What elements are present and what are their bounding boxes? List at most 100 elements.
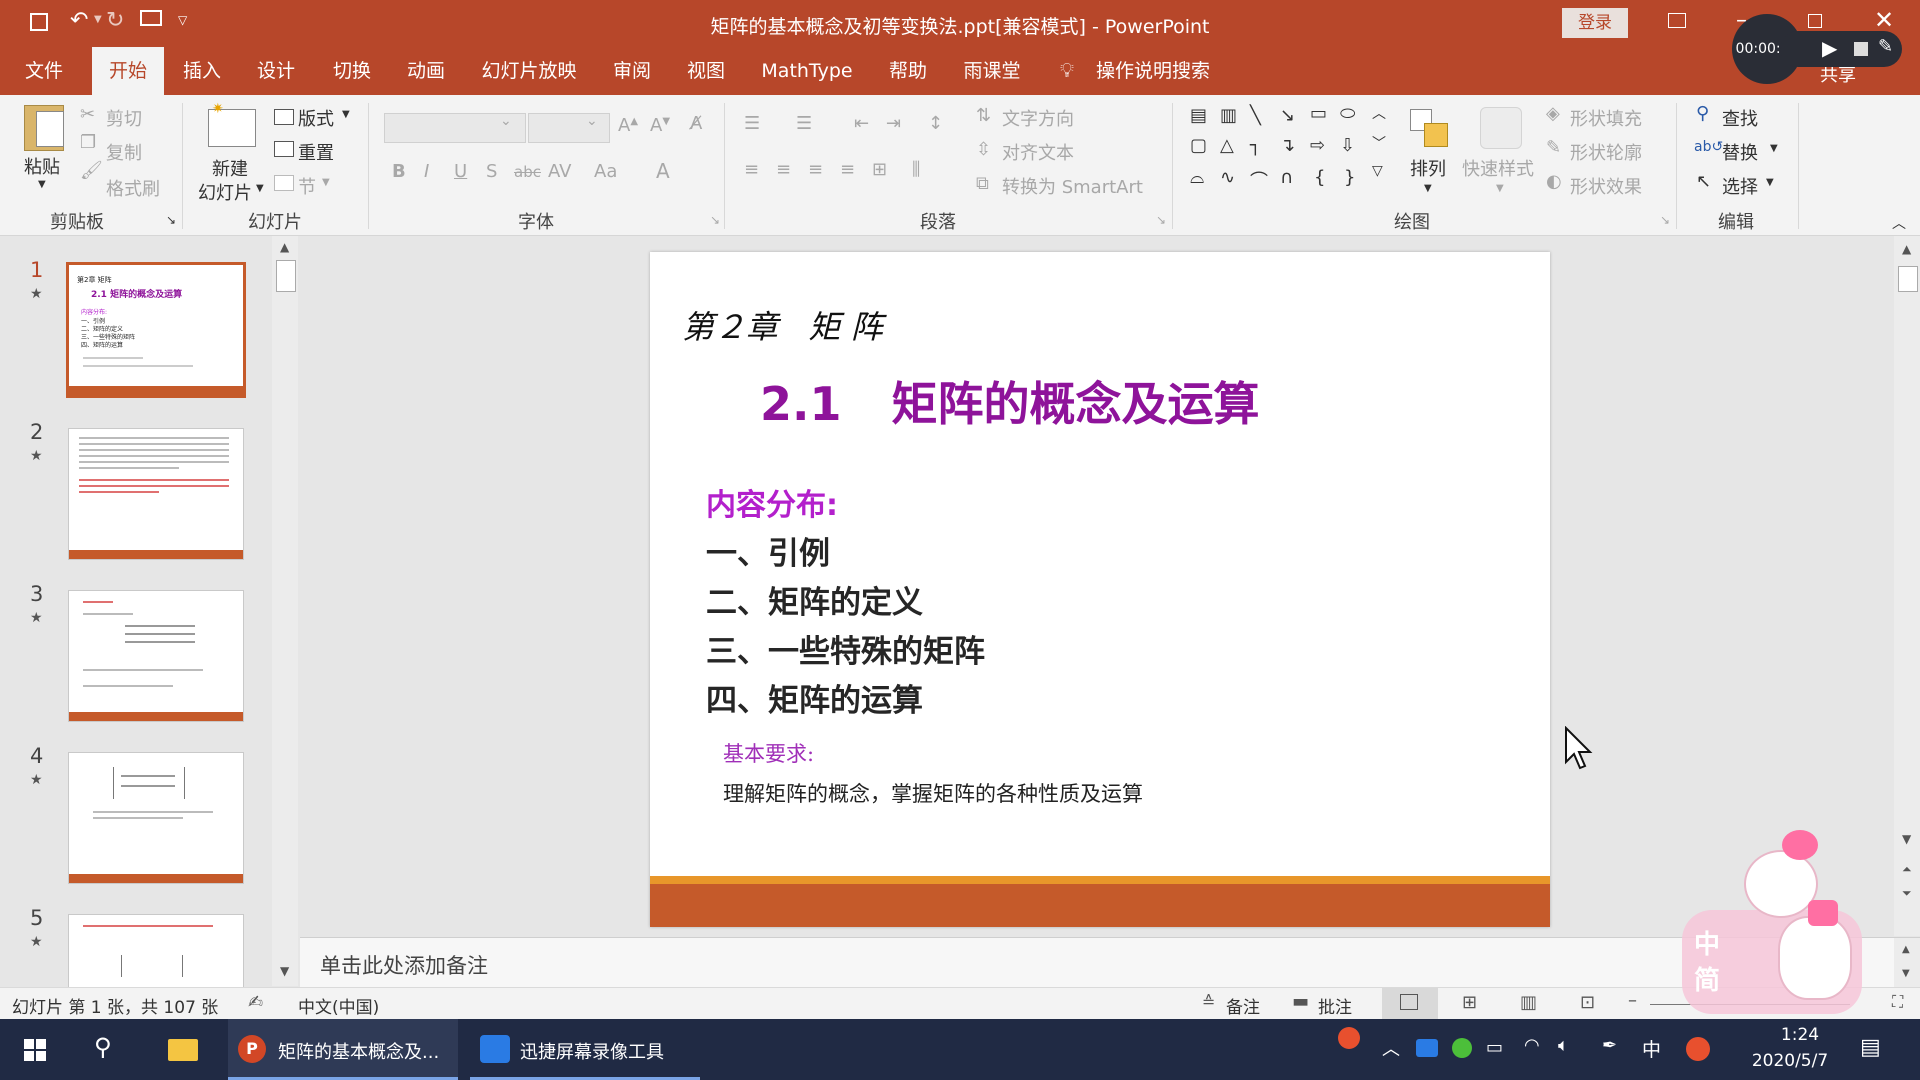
next-slide-icon[interactable]: ⏷ [1902, 886, 1912, 901]
battery-icon[interactable]: ▭ [1486, 1037, 1503, 1058]
sogou-tray-icon[interactable] [1686, 1037, 1710, 1061]
notes-pane[interactable]: 单击此处添加备注 ▲ ▼ [300, 937, 1920, 988]
thumbnail-slide-3[interactable] [68, 590, 244, 722]
tab-file[interactable]: 文件 [12, 47, 76, 95]
replace-button[interactable]: 替换 [1722, 139, 1758, 165]
format-painter-button[interactable]: 格式刷 [106, 175, 160, 201]
arrange-button[interactable]: 排列 [1410, 155, 1446, 181]
notes-placeholder[interactable]: 单击此处添加备注 [320, 950, 488, 980]
freeform-shape-icon[interactable]: ⌓ [1190, 167, 1204, 188]
taskbar-app-recorder[interactable]: 迅捷屏幕录像工具 [470, 1019, 700, 1080]
paragraph-launcher-icon[interactable]: ↘ [1156, 213, 1166, 227]
layout-button[interactable]: 版式 [298, 105, 334, 131]
thumbnail-scrollbar[interactable]: ▲ ▼ [272, 236, 298, 986]
bold-button[interactable]: B [392, 161, 406, 182]
reading-view-icon[interactable]: ▥ [1520, 992, 1537, 1013]
tab-home[interactable]: 开始 [92, 47, 164, 95]
scroll-up-icon[interactable]: ▲ [280, 240, 289, 254]
shadow-button[interactable]: S [486, 161, 497, 182]
section-button[interactable]: 节 [298, 173, 316, 199]
scroll-down-icon[interactable]: ▼ [1902, 968, 1910, 979]
shape-outline-button[interactable]: 形状轮廓 [1570, 139, 1642, 165]
thumbnail-scroll-thumb[interactable] [276, 260, 296, 292]
arc-shape-icon[interactable]: ⌒ [1250, 167, 1268, 193]
search-icon[interactable]: ⚲ [94, 1033, 112, 1061]
shapes-gallery[interactable]: ▤ ▥ ╲ ↘ ▭ ⬭ ▢ △ ┐ ↴ ⇨ ⇩ ⌓ ∿ ⌒ ∩ { } [1186, 103, 1382, 203]
tab-insert[interactable]: 插入 [170, 47, 234, 95]
tray-video-icon[interactable] [1416, 1039, 1438, 1057]
strikethrough-button[interactable]: abc [514, 163, 541, 181]
left-brace-shape-icon[interactable]: { [1314, 167, 1325, 188]
editor-scroll-thumb[interactable] [1898, 266, 1918, 292]
clear-formatting-icon[interactable]: A̸ [690, 113, 702, 134]
zoom-out-icon[interactable]: – [1628, 990, 1637, 1011]
grow-font-icon[interactable]: A▲ [618, 115, 638, 136]
previous-slide-icon[interactable]: ⏶ [1902, 862, 1912, 877]
fit-to-window-icon[interactable]: ⛶ [1892, 992, 1903, 1012]
italic-button[interactable]: I [424, 161, 429, 182]
shape-fill-button[interactable]: 形状填充 [1570, 105, 1642, 131]
input-method-indicator[interactable]: 中 [1642, 1035, 1661, 1062]
cut-button[interactable]: 剪切 [106, 105, 142, 131]
record-pen-icon[interactable]: ✎ [1878, 36, 1893, 57]
drawing-launcher-icon[interactable]: ↘ [1660, 213, 1670, 227]
triangle-shape-icon[interactable]: △ [1220, 135, 1234, 156]
elbow-arrow-shape-icon[interactable]: ↴ [1280, 135, 1295, 156]
volume-icon[interactable]: 🔈︎ [1558, 1035, 1569, 1056]
tab-slideshow[interactable]: 幻灯片放映 [474, 47, 584, 95]
new-slide-label-1[interactable]: 新建 [212, 155, 248, 181]
slide-sorter-view-icon[interactable]: ⊞ [1462, 992, 1477, 1013]
record-play-icon[interactable]: ▶ [1822, 36, 1837, 60]
gallery-scroll-down-icon[interactable]: ﹀ [1372, 133, 1386, 153]
slide-counter[interactable]: 幻灯片 第 1 张，共 107 张 [12, 993, 218, 1018]
increase-indent-icon[interactable]: ⇥ [886, 113, 901, 134]
scroll-down-icon[interactable]: ▼ [1902, 832, 1911, 846]
text-direction-button[interactable]: 文字方向 [1002, 105, 1074, 131]
main-slide[interactable]: 第２章 矩 阵 2.1 矩阵的概念及运算 内容分布: 一、引例 二、矩阵的定义 三… [650, 252, 1550, 927]
new-slide-label-2[interactable]: 幻灯片 [198, 179, 252, 205]
bullets-icon[interactable]: ☰ [744, 113, 760, 134]
line-shape-icon[interactable]: ╲ [1250, 105, 1261, 126]
reset-button[interactable]: 重置 [298, 139, 334, 165]
notes-toggle-button[interactable]: 备注 [1226, 993, 1260, 1018]
tab-view[interactable]: 视图 [674, 47, 738, 95]
rectangle-shape-icon[interactable]: ▭ [1310, 103, 1327, 124]
right-arrow-shape-icon[interactable]: ⇨ [1310, 135, 1325, 156]
align-left-icon[interactable]: ≡ [744, 159, 759, 180]
arrow-line-shape-icon[interactable]: ↘ [1280, 105, 1295, 126]
select-button[interactable]: 选择 [1722, 173, 1758, 199]
thumbnail-slide-2[interactable] [68, 428, 244, 560]
scroll-up-icon[interactable]: ▲ [1902, 944, 1910, 955]
down-arrow-shape-icon[interactable]: ⇩ [1340, 135, 1355, 156]
right-brace-shape-icon[interactable]: } [1344, 167, 1355, 188]
thumbnail-slide-5[interactable] [68, 914, 244, 987]
thumbnail-slide-1[interactable]: 第2章 矩阵 2.1 矩阵的概念及运算 内容分布: 一、引例 二、矩阵的定义 三… [66, 262, 246, 398]
tab-review[interactable]: 审阅 [600, 47, 664, 95]
action-center-icon[interactable]: ▤ [1860, 1035, 1881, 1060]
wifi-icon[interactable]: ◠ [1524, 1035, 1540, 1056]
convert-smartart-button[interactable]: 转换为 SmartArt [1002, 173, 1143, 199]
windows-start-icon[interactable] [24, 1039, 46, 1061]
align-text-button[interactable]: 对齐文本 [1002, 139, 1074, 165]
underline-button[interactable]: U [454, 161, 467, 182]
curve-shape-icon[interactable]: ∩ [1280, 167, 1293, 188]
char-spacing-button[interactable]: AV [548, 161, 571, 182]
gallery-more-icon[interactable]: ▽ [1372, 163, 1383, 179]
file-explorer-icon[interactable] [168, 1039, 198, 1061]
arrange-icon[interactable] [1410, 109, 1450, 147]
font-launcher-icon[interactable]: ↘ [710, 213, 720, 227]
language-indicator[interactable]: 中文(中国) [298, 993, 379, 1018]
tab-help[interactable]: 帮助 [876, 47, 940, 95]
spell-check-icon[interactable]: ✍ [248, 992, 263, 1013]
tab-mathtype[interactable]: MathType [752, 47, 862, 95]
quick-styles-icon[interactable] [1480, 107, 1522, 149]
copy-button[interactable]: 复制 [106, 139, 142, 165]
tab-transitions[interactable]: 切换 [320, 47, 384, 95]
slideshow-view-icon[interactable]: ⊡ [1580, 992, 1595, 1013]
pen-icon[interactable]: ✒ [1602, 1035, 1617, 1056]
align-center-icon[interactable]: ≡ [776, 159, 791, 180]
thumbnail-slide-4[interactable] [68, 752, 244, 884]
vertical-textbox-shape-icon[interactable]: ▥ [1220, 105, 1237, 126]
decrease-indent-icon[interactable]: ⇤ [854, 113, 869, 134]
numbering-icon[interactable]: ☰ [796, 113, 812, 134]
